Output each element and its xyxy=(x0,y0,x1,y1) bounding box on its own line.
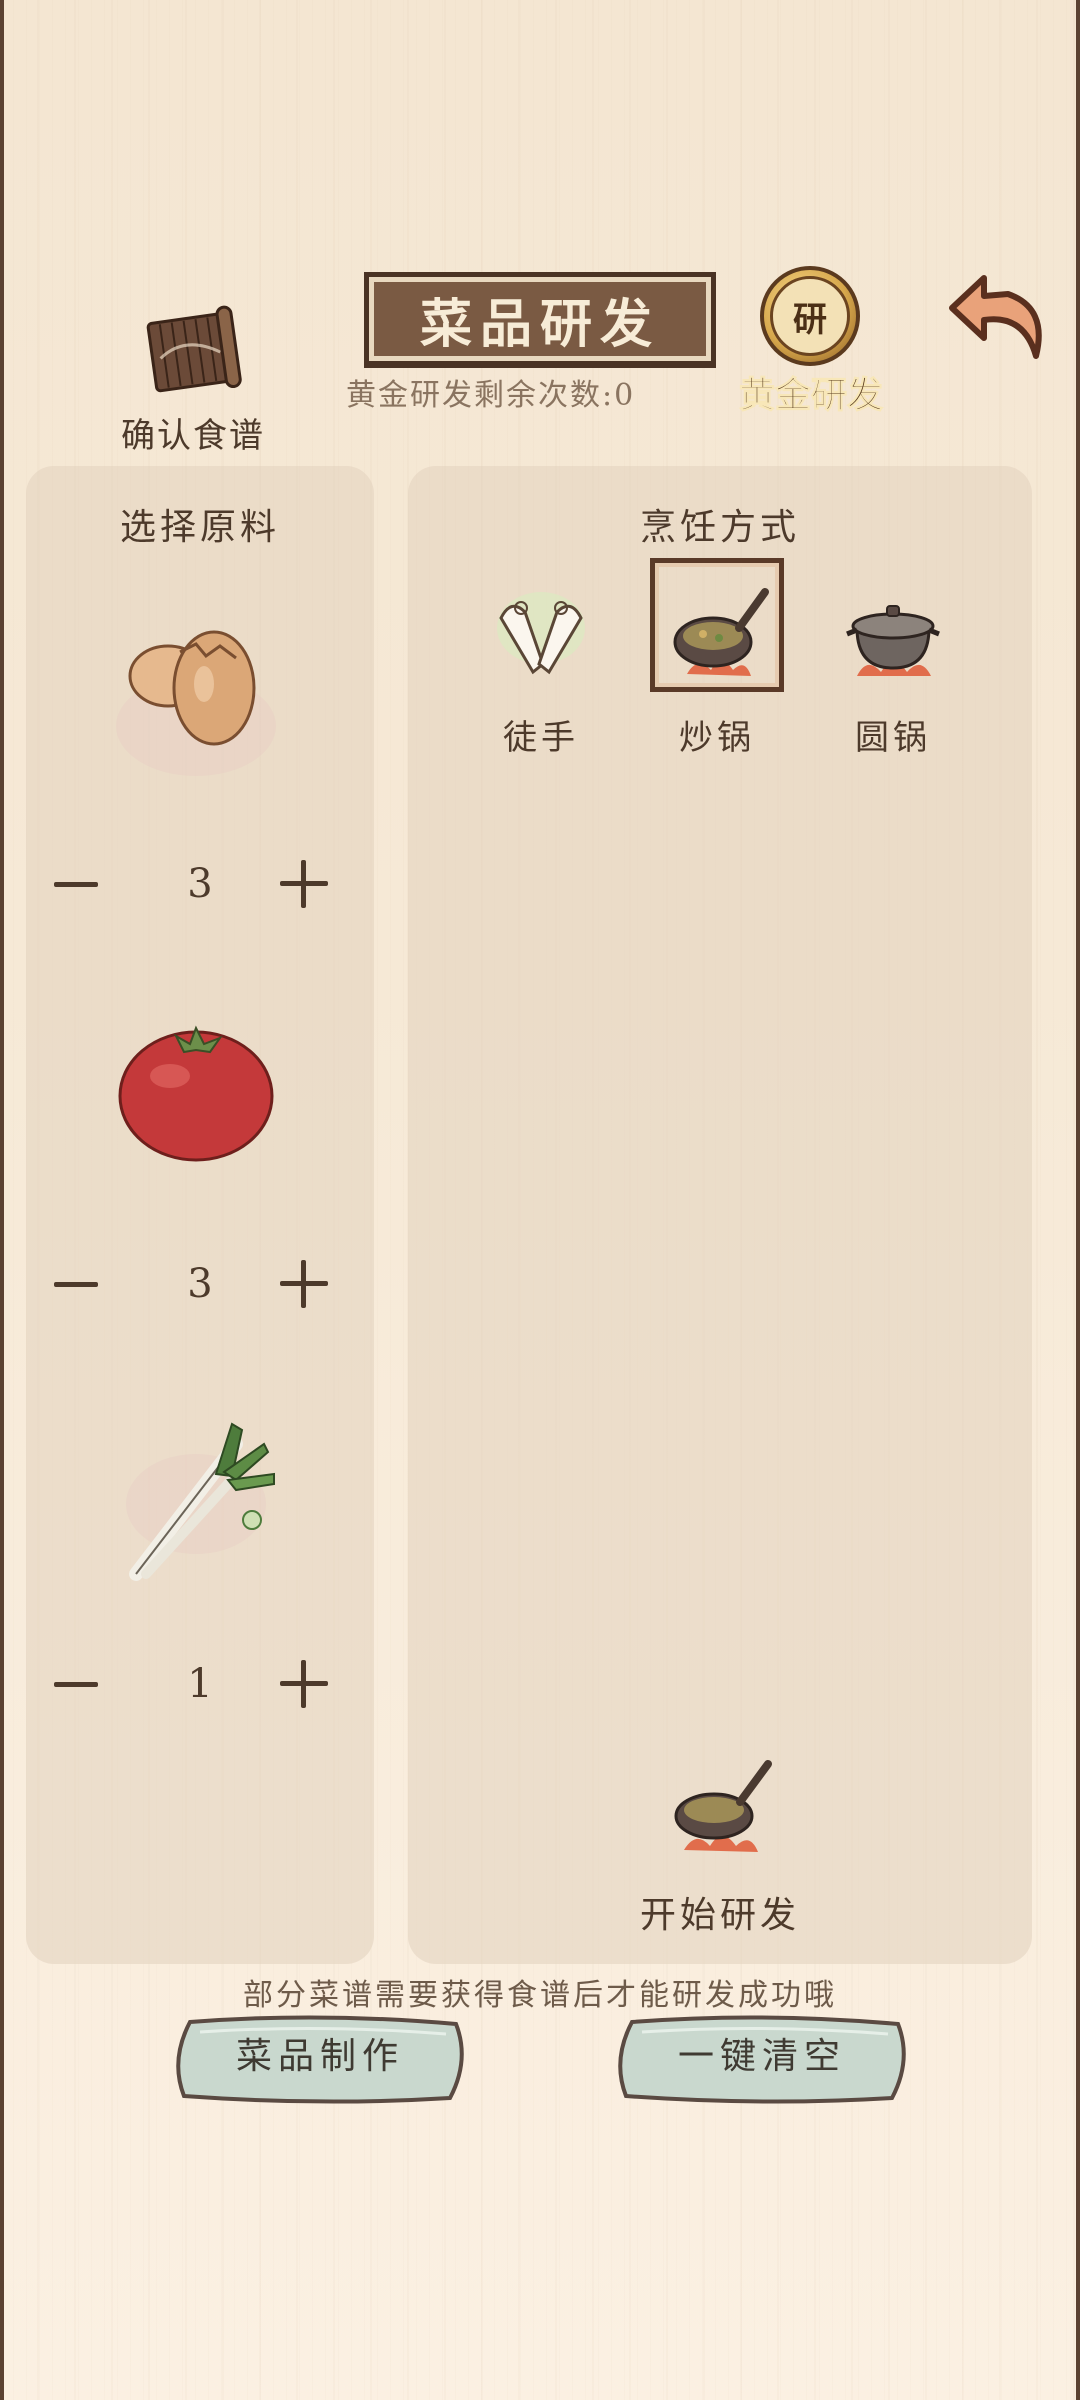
scallion-quantity: 1 xyxy=(187,1661,213,1707)
method-bare-hands[interactable]: 徒手 xyxy=(466,578,616,758)
method-wok[interactable]: 炒锅 xyxy=(642,558,792,758)
egg-stepper: 3 xyxy=(26,854,374,914)
egg-icon[interactable] xyxy=(96,606,296,786)
wok-icon xyxy=(673,588,769,676)
dish-make-label: 菜品制作 xyxy=(235,2036,404,2077)
gold-medal-char: 研 xyxy=(770,276,850,356)
scallion-minus-button[interactable] xyxy=(54,1662,98,1706)
cooking-method-panel: 烹饪方式 徒手 炒锅 圆锅 开始研发 xyxy=(408,466,1032,1964)
start-research-button[interactable]: 开始研发 xyxy=(608,1746,832,1956)
back-arrow-icon[interactable] xyxy=(944,268,1056,368)
tomato-icon[interactable] xyxy=(96,1006,296,1186)
egg-plus-button[interactable] xyxy=(280,860,328,908)
confirm-recipe-button[interactable]: 确认食谱 xyxy=(108,296,278,456)
egg-quantity: 3 xyxy=(187,861,213,907)
bare-hands-label: 徒手 xyxy=(503,718,579,758)
scallion-plus-button[interactable] xyxy=(280,1660,328,1708)
wok-label: 炒锅 xyxy=(679,718,755,758)
ingredients-title: 选择原料 xyxy=(119,507,280,548)
bare-hands-icon xyxy=(497,592,585,675)
bamboo-scroll-icon xyxy=(146,305,242,393)
method-round-pot[interactable]: 圆锅 xyxy=(818,578,968,758)
gold-medal-icon: 研 xyxy=(760,266,860,366)
ingredients-panel: 选择原料 3 3 1 xyxy=(26,466,374,1964)
hint-text: 部分菜谱需要获得食谱后才能研发成功哦 xyxy=(243,1978,837,2013)
cooking-method-title: 烹饪方式 xyxy=(639,507,800,548)
wok-fire-icon xyxy=(674,1760,772,1852)
tomato-minus-button[interactable] xyxy=(54,1262,98,1306)
clear-all-label: 一键清空 xyxy=(677,2036,846,2077)
confirm-recipe-label: 确认食谱 xyxy=(121,416,265,456)
frame-edge-left xyxy=(0,0,4,2400)
scallion-icon[interactable] xyxy=(96,1404,296,1584)
gold-research-label: 黄金研发 xyxy=(738,374,883,417)
egg-minus-button[interactable] xyxy=(54,862,98,906)
gold-research-button[interactable]: 研 黄金研发 xyxy=(726,262,896,422)
tomato-quantity: 3 xyxy=(187,1261,213,1307)
tomato-stepper: 3 xyxy=(26,1254,374,1314)
round-pot-label: 圆锅 xyxy=(855,718,931,758)
dish-make-button[interactable]: 菜品制作 xyxy=(170,2012,470,2108)
gold-research-remaining: 黄金研发剩余次数:0 xyxy=(346,378,636,413)
title-plaque: 菜品研发 xyxy=(364,272,716,366)
clear-all-button[interactable]: 一键清空 xyxy=(612,2012,912,2108)
round-pot-icon xyxy=(846,605,940,676)
page-title: 菜品研发 xyxy=(419,293,660,355)
scallion-stepper: 1 xyxy=(26,1654,374,1714)
tomato-plus-button[interactable] xyxy=(280,1260,328,1308)
frame-edge-right xyxy=(1076,0,1080,2400)
start-research-label: 开始研发 xyxy=(639,1895,800,1936)
